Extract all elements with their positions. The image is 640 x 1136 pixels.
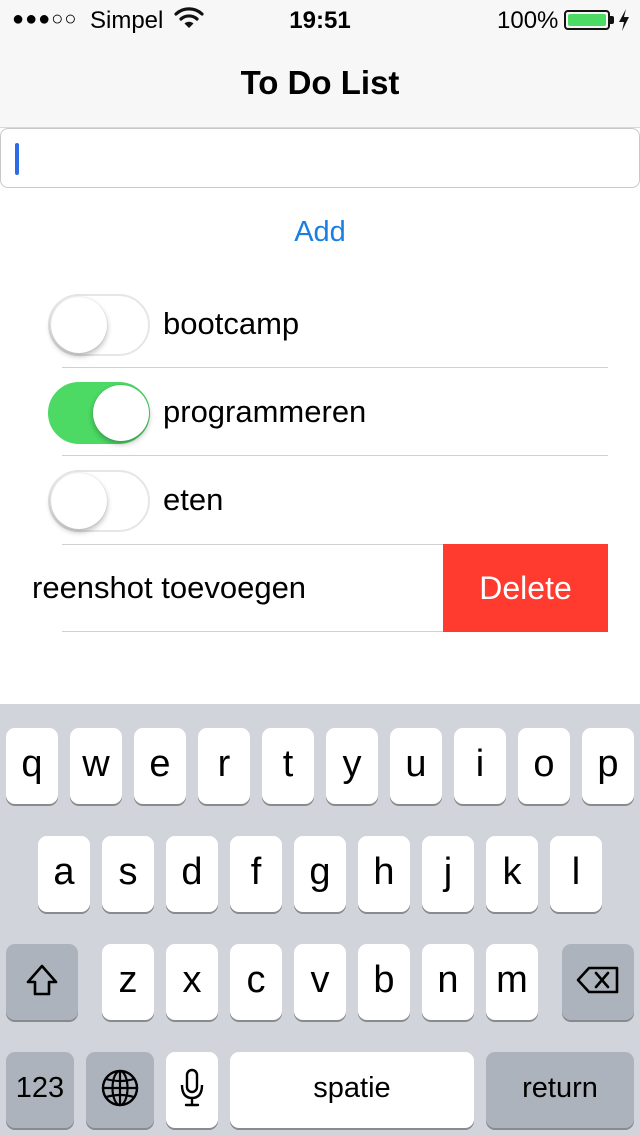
key-l[interactable]: l — [550, 836, 602, 912]
key-p[interactable]: p — [582, 728, 634, 804]
todo-label: programmeren — [163, 394, 367, 429]
key-z[interactable]: z — [102, 944, 154, 1020]
microphone-icon — [180, 1068, 204, 1107]
globe-key[interactable] — [86, 1052, 154, 1128]
key-i[interactable]: i — [454, 728, 506, 804]
globe-icon — [101, 1069, 139, 1107]
key-y[interactable]: y — [326, 728, 378, 804]
key-f[interactable]: f — [230, 836, 282, 912]
toggle-knob — [51, 297, 107, 353]
key-n[interactable]: n — [422, 944, 474, 1020]
key-b[interactable]: b — [358, 944, 410, 1020]
status-bar: ●●●○○ Simpel 19:51 100% — [0, 0, 640, 40]
key-e[interactable]: e — [134, 728, 186, 804]
key-v[interactable]: v — [294, 944, 346, 1020]
key-j[interactable]: j — [422, 836, 474, 912]
key-a[interactable]: a — [38, 836, 90, 912]
return-key[interactable]: return — [486, 1052, 634, 1128]
key-k[interactable]: k — [486, 836, 538, 912]
key-o[interactable]: o — [518, 728, 570, 804]
toggle-knob — [51, 473, 107, 529]
toggle-knob — [93, 385, 149, 441]
key-t[interactable]: t — [262, 728, 314, 804]
shift-icon — [26, 964, 58, 996]
space-key[interactable]: spatie — [230, 1052, 474, 1128]
key-m[interactable]: m — [486, 944, 538, 1020]
backspace-key[interactable] — [562, 944, 634, 1020]
battery-nub — [610, 16, 614, 24]
text-cursor — [15, 143, 19, 175]
todo-toggle-bootcamp[interactable] — [48, 294, 150, 356]
dictation-key[interactable] — [166, 1052, 218, 1128]
key-g[interactable]: g — [294, 836, 346, 912]
key-r[interactable]: r — [198, 728, 250, 804]
charging-bolt-icon — [619, 9, 629, 31]
todo-toggle-eten[interactable] — [48, 470, 150, 532]
key-c[interactable]: c — [230, 944, 282, 1020]
todo-input[interactable] — [0, 128, 640, 188]
numbers-key[interactable]: 123 — [6, 1052, 74, 1128]
key-q[interactable]: q — [6, 728, 58, 804]
todo-row: eten — [0, 456, 640, 544]
key-h[interactable]: h — [358, 836, 410, 912]
keyboard: q w e r t y u i o p a s d f g h j k l z … — [0, 704, 640, 1136]
key-d[interactable]: d — [166, 836, 218, 912]
shift-key[interactable] — [6, 944, 78, 1020]
row-divider — [62, 544, 443, 545]
top-bar: ●●●○○ Simpel 19:51 100% To Do List — [0, 0, 640, 128]
key-s[interactable]: s — [102, 836, 154, 912]
todo-label: bootcamp — [163, 306, 300, 341]
page-title: To Do List — [240, 64, 400, 101]
battery-percentage: 100% — [497, 7, 559, 34]
row-divider — [62, 631, 443, 632]
todo-toggle-programmeren[interactable] — [48, 382, 150, 444]
battery-icon — [564, 10, 610, 30]
key-x[interactable]: x — [166, 944, 218, 1020]
key-w[interactable]: w — [70, 728, 122, 804]
swiped-todo-row[interactable]: reenshot toevoegen Delete — [0, 544, 640, 632]
delete-button[interactable]: Delete — [443, 544, 608, 632]
todo-row: programmeren — [0, 368, 640, 456]
backspace-icon — [576, 966, 619, 994]
key-u[interactable]: u — [390, 728, 442, 804]
add-button[interactable]: Add — [0, 216, 640, 249]
todo-label: reenshot toevoegen — [32, 570, 307, 605]
todo-label: eten — [163, 482, 224, 517]
todo-row: bootcamp — [0, 280, 640, 368]
